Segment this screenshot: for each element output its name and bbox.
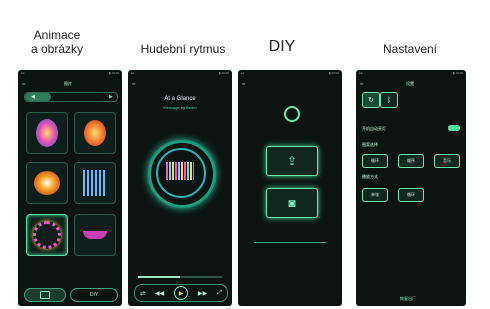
camera-icon: ◙ xyxy=(288,196,296,210)
phone-diy-screen: ●ıl ▮ 10:00 ⇦ ⇪ ◙ xyxy=(238,70,342,306)
nav-animation-button[interactable] xyxy=(24,288,66,302)
divider-line xyxy=(254,242,326,243)
tab-bar: ◀ ▶ xyxy=(24,92,118,102)
speed-option-1[interactable]: 单张 xyxy=(362,188,388,202)
song-title: At a Glance xyxy=(164,96,196,102)
prev-icon[interactable]: ◀◀ xyxy=(155,290,164,297)
play-icon[interactable]: ▶ xyxy=(174,286,189,300)
mode-option-1[interactable]: 循环 xyxy=(362,154,388,168)
caption-diy: DIY xyxy=(268,38,296,55)
tab-prev-icon[interactable]: ◀ xyxy=(31,94,35,100)
nav-diy-button[interactable]: DIY xyxy=(70,288,118,302)
settings-tab-2[interactable]: ᛒ xyxy=(380,92,398,108)
camera-button[interactable]: ◙ xyxy=(266,188,318,218)
reset-footer[interactable]: 恢复出厂 xyxy=(400,296,416,302)
loop-icon[interactable]: ⇄ xyxy=(140,290,145,297)
progress-fill xyxy=(138,276,180,278)
phone-animation-screen: ●ıl ▮ 10:00 ⇦ 图片 ◀ ▶ DIY xyxy=(18,70,122,306)
back-icon[interactable]: ⇦ xyxy=(132,81,135,86)
speed-label: 播放方式 xyxy=(362,174,378,179)
mode-option-2[interactable]: 顺序 xyxy=(398,154,424,168)
tab-next-icon[interactable]: ▶ xyxy=(109,94,113,100)
mode-label: 图案选择 xyxy=(362,142,378,147)
status-bar: ●ıl ▮ 10:00 xyxy=(131,71,229,75)
animation-tile-3[interactable] xyxy=(26,162,68,204)
upload-icon: ⇪ xyxy=(286,154,298,168)
animation-tile-4[interactable] xyxy=(74,162,116,204)
auto-light-toggle[interactable] xyxy=(448,125,460,131)
next-icon[interactable]: ▶▶ xyxy=(198,290,207,297)
toggle-label: 开机自动亮灯 xyxy=(362,126,386,131)
phone-settings-screen: ●ıl ▮ 10:00 ⇦ 设置 ↻ ᛒ 开机自动亮灯 图案选择 循环 顺序 音乐… xyxy=(356,70,466,306)
back-icon[interactable]: ⇦ xyxy=(242,81,245,86)
song-artist: Message by Beam xyxy=(163,105,197,110)
phone-music-screen: ●ıl ▮ 10:00 ⇦ At a Glance Message by Beam… xyxy=(128,70,232,306)
speed-option-2[interactable]: 循环 xyxy=(398,188,424,202)
animation-tile-1[interactable] xyxy=(26,112,68,154)
progress-track[interactable] xyxy=(138,276,222,278)
settings-tab-active[interactable]: ↻ xyxy=(362,92,380,108)
bluetooth-icon: ᛒ xyxy=(386,96,392,104)
tab-active[interactable] xyxy=(25,93,51,101)
screen-title: 图片 xyxy=(64,81,72,86)
diy-logo-icon xyxy=(284,106,300,122)
status-bar: ●ıl ▮ 10:00 xyxy=(241,71,339,75)
screen-title: 设置 xyxy=(406,81,414,86)
mode-option-3[interactable]: 音乐 xyxy=(434,154,460,168)
animation-tile-5-selected[interactable] xyxy=(26,214,68,256)
back-icon[interactable]: ⇦ xyxy=(360,81,363,86)
animation-tile-6[interactable] xyxy=(74,214,116,256)
status-bar: ●ıl ▮ 10:00 xyxy=(359,71,463,75)
player-controls: ⇄ ◀◀ ▶ ▶▶ ⤢ xyxy=(134,284,228,302)
caption-rytmus: Hudební rytmus xyxy=(140,42,226,56)
caption-animace: Animace a obrázky xyxy=(30,28,84,56)
image-icon xyxy=(40,291,50,299)
caption-nastaveni: Nastavení xyxy=(382,42,438,56)
equalizer-bars xyxy=(166,162,194,180)
refresh-icon: ↻ xyxy=(368,97,374,104)
fullscreen-icon[interactable]: ⤢ xyxy=(217,290,222,297)
back-icon[interactable]: ⇦ xyxy=(22,81,25,86)
animation-tile-2[interactable] xyxy=(74,112,116,154)
status-bar: ●ıl ▮ 10:00 xyxy=(21,71,119,75)
upload-image-button[interactable]: ⇪ xyxy=(266,146,318,176)
